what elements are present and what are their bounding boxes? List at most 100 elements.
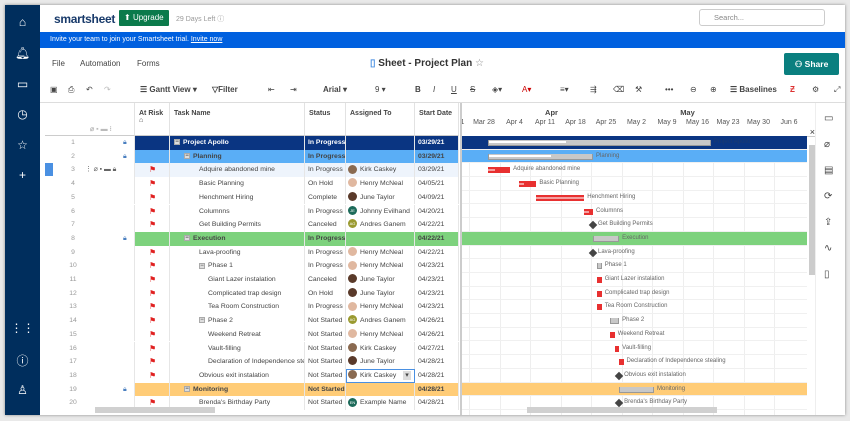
- gantt-task-bar[interactable]: [584, 208, 593, 215]
- expand-icon[interactable]: ⤢: [834, 85, 840, 95]
- flag-icon[interactable]: ⚑: [149, 261, 156, 270]
- flag-icon[interactable]: ⚑: [149, 289, 156, 298]
- status-cell[interactable]: On Hold: [305, 177, 346, 191]
- row-number[interactable]: 10: [45, 259, 135, 273]
- task-name-cell[interactable]: Basic Planning: [170, 177, 305, 191]
- info-icon[interactable]: ⓘ: [217, 16, 224, 23]
- assigned-to-cell[interactable]: June Taylor: [346, 190, 415, 205]
- start-date-cell[interactable]: 04/23/21: [415, 300, 459, 315]
- row-number[interactable]: 17: [45, 355, 135, 369]
- at-risk-cell[interactable]: ⚑: [135, 204, 170, 219]
- status-cell[interactable]: Canceled: [305, 273, 346, 287]
- table-row[interactable]: 8 🔒︎ − Execution In Progress 04/22/21: [45, 231, 459, 246]
- task-name-cell[interactable]: Henchment Hiring: [170, 190, 305, 205]
- font-dropdown[interactable]: Arial ▾: [323, 85, 347, 94]
- row-number[interactable]: 11: [45, 273, 135, 287]
- row-number[interactable]: 5: [45, 190, 135, 205]
- assigned-to-cell[interactable]: EN Example Name: [346, 396, 415, 410]
- row-number[interactable]: 2 🔒︎: [45, 149, 135, 164]
- assigned-to-cell[interactable]: June Taylor: [346, 286, 415, 301]
- status-cell[interactable]: In Progress: [305, 300, 346, 315]
- favorite-star-icon[interactable]: ☆: [475, 58, 484, 69]
- at-risk-cell[interactable]: ⚑: [135, 300, 170, 315]
- share-button[interactable]: ⚇ Share: [784, 53, 839, 75]
- outdent-icon[interactable]: ⇤: [268, 85, 275, 94]
- plus-icon[interactable]: +: [5, 168, 40, 182]
- assigned-to-cell[interactable]: JE Johnny Evilhand: [346, 204, 415, 219]
- flag-icon[interactable]: ⚑: [149, 357, 156, 366]
- bold-icon[interactable]: B: [415, 85, 421, 94]
- task-name-cell[interactable]: Giant Lazer instalation: [170, 273, 305, 287]
- task-name-cell[interactable]: Columnns: [170, 204, 305, 219]
- dropdown-chevron-icon[interactable]: ▾: [403, 370, 411, 380]
- status-cell[interactable]: In Progress: [305, 245, 346, 260]
- at-risk-cell[interactable]: ⚑: [135, 286, 170, 301]
- table-row[interactable]: 9 ⚑ Lava-proofing In Progress Henry McNeal 04…: [45, 245, 459, 260]
- undo-icon[interactable]: ↶: [86, 85, 93, 94]
- collapse-toggle[interactable]: −: [184, 152, 190, 159]
- gantt-summary-bar[interactable]: [488, 140, 711, 146]
- task-name-cell[interactable]: Tea Room Construction: [170, 300, 305, 315]
- fill-color-icon[interactable]: ◈▾: [492, 85, 502, 94]
- row-number[interactable]: 6: [45, 204, 135, 219]
- at-risk-cell[interactable]: ⚑: [135, 355, 170, 369]
- bell-icon[interactable]: 🔔︎: [5, 46, 40, 60]
- assigned-to-cell[interactable]: June Taylor: [346, 273, 415, 287]
- at-risk-cell[interactable]: [135, 136, 170, 150]
- at-risk-cell[interactable]: [135, 231, 170, 246]
- task-name-cell[interactable]: Get Building Permits: [170, 218, 305, 232]
- task-name-cell[interactable]: − Project Apollo: [170, 136, 305, 150]
- start-date-cell[interactable]: 04/26/21: [415, 327, 459, 342]
- task-name-cell[interactable]: − Execution: [170, 231, 305, 246]
- flag-icon[interactable]: ⚑: [149, 165, 156, 174]
- at-risk-cell[interactable]: ⚑: [135, 273, 170, 287]
- eraser-icon[interactable]: ⌫: [613, 85, 624, 94]
- row-number[interactable]: 3 ⋮ ⌀ ▪ ▬ 🔒︎: [45, 163, 135, 178]
- start-date-cell[interactable]: 03/29/21: [415, 136, 459, 150]
- table-row[interactable]: 17 ⚑ Declaration of Independence stealing N…: [45, 355, 459, 369]
- search-input[interactable]: Search...: [699, 9, 825, 26]
- font-size-dropdown[interactable]: 9 ▾: [375, 85, 386, 94]
- gantt-task-bar[interactable]: [488, 167, 511, 174]
- column-header-at-risk[interactable]: At Risk ⌂: [135, 103, 170, 136]
- table-row[interactable]: 15 ⚑ Weekend Retreat Not Started Henry McNea…: [45, 327, 459, 342]
- assigned-to-cell[interactable]: Henry McNeal: [346, 259, 415, 273]
- flag-icon[interactable]: ⚑: [149, 302, 156, 311]
- save-icon[interactable]: ▣: [50, 85, 58, 94]
- task-name-cell[interactable]: − Phase 2: [170, 314, 305, 328]
- task-name-cell[interactable]: − Planning: [170, 149, 305, 164]
- task-name-cell[interactable]: Lava-proofing: [170, 245, 305, 260]
- column-header-assigned-to[interactable]: Assigned To: [346, 103, 415, 136]
- flag-icon[interactable]: ⚑: [149, 371, 156, 380]
- assigned-to-cell[interactable]: June Taylor: [346, 355, 415, 369]
- start-date-cell[interactable]: 03/29/21: [415, 163, 459, 178]
- more-icon[interactable]: •••: [665, 85, 673, 94]
- start-date-cell[interactable]: 04/09/21: [415, 190, 459, 205]
- row-number[interactable]: 1 🔒︎: [45, 136, 135, 150]
- row-number[interactable]: 19 🔒︎: [45, 382, 135, 397]
- start-date-cell[interactable]: 04/28/21: [415, 355, 459, 369]
- start-date-cell[interactable]: 04/22/21: [415, 218, 459, 232]
- flag-icon[interactable]: ⚑: [149, 316, 156, 325]
- help-icon[interactable]: ⓘ: [5, 352, 40, 369]
- status-cell[interactable]: Not Started: [305, 382, 346, 397]
- attachments-icon[interactable]: ⌀: [824, 139, 830, 150]
- at-risk-cell[interactable]: ⚑: [135, 245, 170, 260]
- assigned-to-cell[interactable]: [346, 149, 415, 164]
- menu-file[interactable]: File: [52, 59, 65, 68]
- comments-icon[interactable]: ▭: [824, 113, 833, 124]
- table-row[interactable]: 11 ⚑ Giant Lazer instalation Canceled June T…: [45, 273, 459, 287]
- status-cell[interactable]: Canceled: [305, 218, 346, 232]
- horizontal-scrollbar[interactable]: [95, 407, 215, 413]
- folder-icon[interactable]: ▭: [5, 77, 40, 91]
- gantt-horizontal-scrollbar[interactable]: [527, 407, 717, 413]
- row-number[interactable]: 8 🔒︎: [45, 231, 135, 246]
- table-row[interactable]: 10 ⚑ − Phase 1 In Progress Henry McNeal 04/23/…: [45, 259, 459, 273]
- start-date-cell[interactable]: 04/28/21: [415, 368, 459, 383]
- status-cell[interactable]: In Progress: [305, 149, 346, 164]
- gantt-summary-bar[interactable]: [619, 386, 655, 393]
- gantt-task-bar[interactable]: [536, 194, 585, 201]
- gantt-task-bar[interactable]: [610, 331, 615, 338]
- start-date-cell[interactable]: 04/27/21: [415, 341, 459, 356]
- row-number[interactable]: 4: [45, 177, 135, 191]
